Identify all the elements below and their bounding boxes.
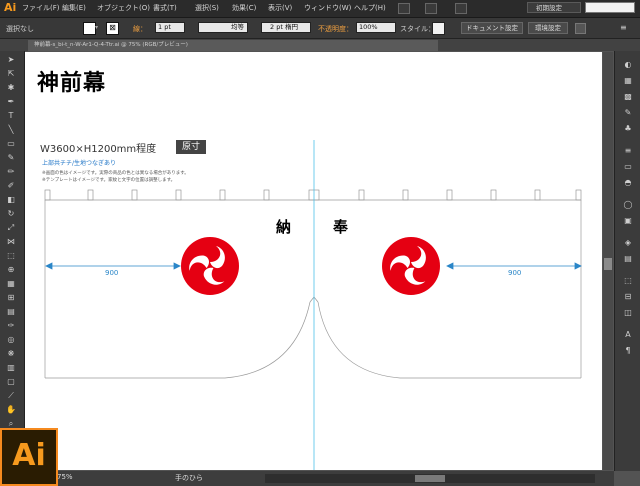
- transform-panel-icon[interactable]: ⬚: [621, 275, 635, 286]
- illustrator-logo: Ai: [0, 428, 58, 486]
- layers-panel-icon[interactable]: ◈: [621, 237, 635, 248]
- gradient-panel-icon[interactable]: ▭: [621, 161, 635, 172]
- color-panel-icon[interactable]: ◐: [621, 59, 635, 70]
- menu-file[interactable]: ファイル(F): [22, 3, 60, 13]
- stroke-label[interactable]: 線：: [133, 24, 147, 34]
- rotate-tool-icon[interactable]: ↻: [4, 208, 18, 220]
- vertical-scrollbar[interactable]: [603, 52, 613, 470]
- curtain-outline: [44, 199, 582, 379]
- style-label: スタイル：: [400, 25, 435, 33]
- scale-tool-icon[interactable]: ⤢: [4, 222, 18, 234]
- slice-tool-icon[interactable]: ⟋: [4, 390, 18, 402]
- stroke-profile-select[interactable]: 均等: [198, 22, 248, 33]
- type-tool-icon[interactable]: T: [4, 110, 18, 122]
- right-character: 奉: [333, 218, 349, 236]
- vertical-scroll-thumb[interactable]: [604, 258, 612, 270]
- brush-select[interactable]: 2 pt 楕円: [261, 22, 311, 33]
- align-icon[interactable]: [575, 23, 586, 34]
- align-panel-icon[interactable]: ⊟: [621, 291, 635, 302]
- perspective-grid-tool-icon[interactable]: ▦: [4, 278, 18, 290]
- preferences-button[interactable]: 環境設定: [528, 22, 568, 34]
- app-logo: Ai: [4, 1, 17, 14]
- mesh-tool-icon[interactable]: ⊞: [4, 292, 18, 304]
- character-panel-icon[interactable]: A: [621, 329, 635, 340]
- graphic-style-swatch[interactable]: [432, 22, 445, 35]
- brushes-panel-icon[interactable]: ✎: [621, 107, 635, 118]
- menu-edit[interactable]: 編集(E): [62, 3, 86, 13]
- menu-object[interactable]: オブジェクト(O): [97, 3, 150, 13]
- status-bar: 75% 手のひら: [25, 471, 614, 486]
- chevron-down-icon[interactable]: ▾: [95, 25, 99, 31]
- stroke-color-swatch[interactable]: ⊠: [106, 22, 119, 35]
- panel-dock: ◐ ▦ ▩ ✎ ♣ ≡ ▭ ◓ ◯ ▣ ◈ ▤ ⬚ ⊟ ◫ A ¶: [614, 51, 640, 471]
- crest-left: [181, 237, 239, 295]
- dimension-right-label: 900: [508, 269, 522, 277]
- menu-select[interactable]: 選択(S): [195, 3, 219, 13]
- menu-window[interactable]: ウィンドウ(W): [304, 3, 351, 13]
- hand-tool-icon[interactable]: ✋: [4, 404, 18, 416]
- appearance-panel-icon[interactable]: ◯: [621, 199, 635, 210]
- transparency-panel-icon[interactable]: ◓: [621, 177, 635, 188]
- curtain-loops: [44, 189, 582, 201]
- blob-brush-tool-icon[interactable]: ✐: [4, 180, 18, 192]
- magic-wand-tool-icon[interactable]: ✱: [4, 82, 18, 94]
- artboards-panel-icon[interactable]: ▤: [621, 253, 635, 264]
- shape-builder-tool-icon[interactable]: ⊕: [4, 264, 18, 276]
- column-graph-tool-icon[interactable]: ▥: [4, 362, 18, 374]
- tools-panel: ➤ ⇱ ✱ ✒ T ╲ ▭ ✎ ✏ ✐ ◧ ↻ ⤢ ⋈ ⬚ ⊕ ▦ ⊞ ▤ ✑ …: [0, 51, 25, 471]
- direct-selection-tool-icon[interactable]: ⇱: [4, 68, 18, 80]
- current-tool-name: 手のひら: [175, 474, 203, 482]
- opacity-label[interactable]: 不透明度：: [318, 24, 353, 34]
- zoom-level[interactable]: 75%: [57, 473, 73, 481]
- menu-bar: Ai ファイル(F) 編集(E) オブジェクト(O) 書式(T) 選択(S) 効…: [0, 0, 640, 18]
- workspace-switcher[interactable]: 初期設定: [527, 2, 581, 13]
- pathfinder-panel-icon[interactable]: ◫: [621, 307, 635, 318]
- crest-right: [382, 237, 440, 295]
- left-character: 納: [276, 218, 292, 236]
- line-tool-icon[interactable]: ╲: [4, 124, 18, 136]
- artboard[interactable]: 神前幕 W3600×H1200mm程度 原寸 上部共チチ/生地つなぎあり ※画面…: [25, 52, 602, 470]
- horizontal-scroll-thumb[interactable]: [415, 475, 445, 482]
- stroke-weight-field[interactable]: 1 pt: [155, 22, 185, 33]
- rectangle-tool-icon[interactable]: ▭: [4, 138, 18, 150]
- menu-type[interactable]: 書式(T): [153, 3, 177, 13]
- arrange-documents-icon[interactable]: [425, 3, 437, 14]
- artboard-tool-icon[interactable]: ▢: [4, 376, 18, 388]
- curtain-drawing: [44, 140, 582, 470]
- graphic-styles-panel-icon[interactable]: ▣: [621, 215, 635, 226]
- panel-menu-icon[interactable]: ≡: [620, 23, 629, 32]
- symbols-panel-icon[interactable]: ♣: [621, 123, 635, 134]
- selection-tool-icon[interactable]: ➤: [4, 54, 18, 66]
- swatches-panel-icon[interactable]: ▩: [621, 91, 635, 102]
- document-setup-button[interactable]: ドキュメント設定: [461, 22, 523, 34]
- search-input[interactable]: [585, 2, 635, 13]
- color-guide-icon[interactable]: ▦: [621, 75, 635, 86]
- pen-tool-icon[interactable]: ✒: [4, 96, 18, 108]
- menu-view[interactable]: 表示(V): [268, 3, 292, 13]
- selection-status: 選択なし: [6, 25, 34, 33]
- document-tab[interactable]: 神前幕-s_bi-t_n-W-Ar1-Q-4-Ttr.ai @ 75% (RGB…: [28, 40, 438, 51]
- pencil-tool-icon[interactable]: ✏: [4, 166, 18, 178]
- eyedropper-tool-icon[interactable]: ✑: [4, 320, 18, 332]
- free-transform-tool-icon[interactable]: ⬚: [4, 250, 18, 262]
- menu-effect[interactable]: 効果(C): [232, 3, 256, 13]
- dimension-left-label: 900: [105, 269, 119, 277]
- paragraph-panel-icon[interactable]: ¶: [621, 345, 635, 356]
- eraser-tool-icon[interactable]: ◧: [4, 194, 18, 206]
- horizontal-scrollbar[interactable]: [265, 474, 595, 483]
- menu-help[interactable]: ヘルプ(H): [354, 3, 386, 13]
- width-tool-icon[interactable]: ⋈: [4, 236, 18, 248]
- bridge-icon[interactable]: [398, 3, 410, 14]
- symbol-sprayer-tool-icon[interactable]: ❋: [4, 348, 18, 360]
- paintbrush-tool-icon[interactable]: ✎: [4, 152, 18, 164]
- gradient-tool-icon[interactable]: ▤: [4, 306, 18, 318]
- blend-tool-icon[interactable]: ◎: [4, 334, 18, 346]
- stroke-panel-icon[interactable]: ≡: [621, 145, 635, 156]
- opacity-field[interactable]: 100%: [356, 22, 396, 33]
- control-bar: 選択なし ▾ ⊠ 線： 1 pt 均等 2 pt 楕円 不透明度： 100% ス…: [0, 18, 640, 39]
- arrange-menu-icon[interactable]: [455, 3, 467, 14]
